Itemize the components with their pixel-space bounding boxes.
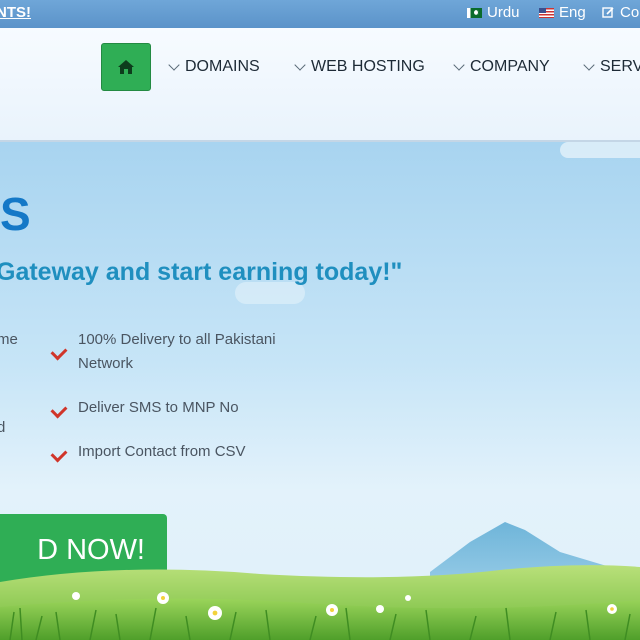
edit-icon [602,7,614,18]
hero-heading: S [0,188,31,240]
home-icon [118,60,134,74]
nav-services[interactable]: SERVI [583,58,640,76]
checkmark-icon [50,401,68,419]
chevron-down-icon [453,59,465,71]
nav-company-label: COMPANY [470,58,550,75]
hero-banner: S Gateway and start earning today!" me d… [0,142,640,640]
feature-item: 100% Delivery to all Pakistani Network [78,328,276,376]
language-urdu-link[interactable]: Urdu [467,4,520,21]
checkmark-icon [50,343,68,361]
promo-link[interactable]: NTS! [0,4,31,21]
contact-link[interactable]: Co [602,4,639,21]
nav-web-hosting[interactable]: WEB HOSTING [294,58,425,76]
language-urdu-label: Urdu [487,4,520,21]
nav-company[interactable]: COMPANY [453,58,550,76]
feature-text: 100% Delivery to all Pakistani [78,331,276,348]
landscape-illustration [0,522,640,640]
main-navigation: DOMAINS WEB HOSTING COMPANY SERVI [0,28,640,142]
nav-domains-label: DOMAINS [185,58,260,75]
chevron-down-icon [294,59,306,71]
left-feature-fragment: d [0,419,6,436]
checkmark-icon [50,445,68,463]
cloud-decoration [560,142,640,158]
pakistan-flag-icon [467,7,482,18]
contact-label: Co [620,4,640,21]
chevron-down-icon [583,59,595,71]
nav-domains[interactable]: DOMAINS [168,58,260,76]
feature-text: Network [78,355,134,372]
hero-tagline: Gateway and start earning today!" [0,258,403,286]
language-english-link[interactable]: Eng [539,4,586,21]
us-flag-icon [539,7,554,18]
nav-web-hosting-label: WEB HOSTING [311,58,425,75]
chevron-down-icon [168,59,180,71]
feature-item: Deliver SMS to MNP No [78,399,239,416]
nav-services-label: SERVI [600,58,640,75]
top-bar: NTS! Urdu Eng Co [0,0,640,28]
left-feature-fragment: me [0,331,18,348]
home-button[interactable] [101,43,151,91]
language-english-label: Eng [559,4,586,21]
feature-item: Import Contact from CSV [78,443,246,460]
